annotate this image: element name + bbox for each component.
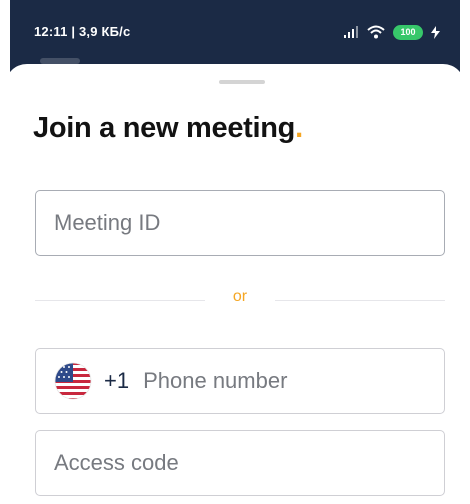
phone-number-placeholder: Phone number [143, 368, 288, 393]
page-title-text: Join a new meeting [33, 112, 296, 144]
bolt-icon [431, 25, 440, 39]
or-label: or [232, 288, 248, 305]
us-flag-icon[interactable] [54, 362, 92, 400]
status-icons: 100 [343, 24, 440, 40]
divider-line-right [275, 300, 445, 301]
meeting-id-field[interactable]: Meeting ID [35, 190, 445, 256]
page-title: Join a new meeting. [33, 112, 303, 145]
join-meeting-sheet: Join a new meeting. Meeting ID or +1 Pho… [5, 64, 465, 504]
access-code-field[interactable]: Access code [35, 430, 445, 496]
signal-icon [343, 25, 359, 39]
drag-handle[interactable] [219, 80, 265, 84]
battery-indicator: 100 [393, 24, 423, 40]
phone-number-field[interactable]: +1 Phone number [35, 348, 445, 414]
meeting-id-placeholder: Meeting ID [54, 210, 161, 235]
wifi-icon [367, 25, 385, 39]
access-code-placeholder: Access code [54, 450, 179, 475]
country-code[interactable]: +1 [104, 368, 129, 394]
title-accent-dot: . [295, 112, 303, 144]
status-time-and-speed: 12:11 | 3,9 КБ/с [34, 24, 131, 39]
or-divider: or [35, 288, 445, 310]
